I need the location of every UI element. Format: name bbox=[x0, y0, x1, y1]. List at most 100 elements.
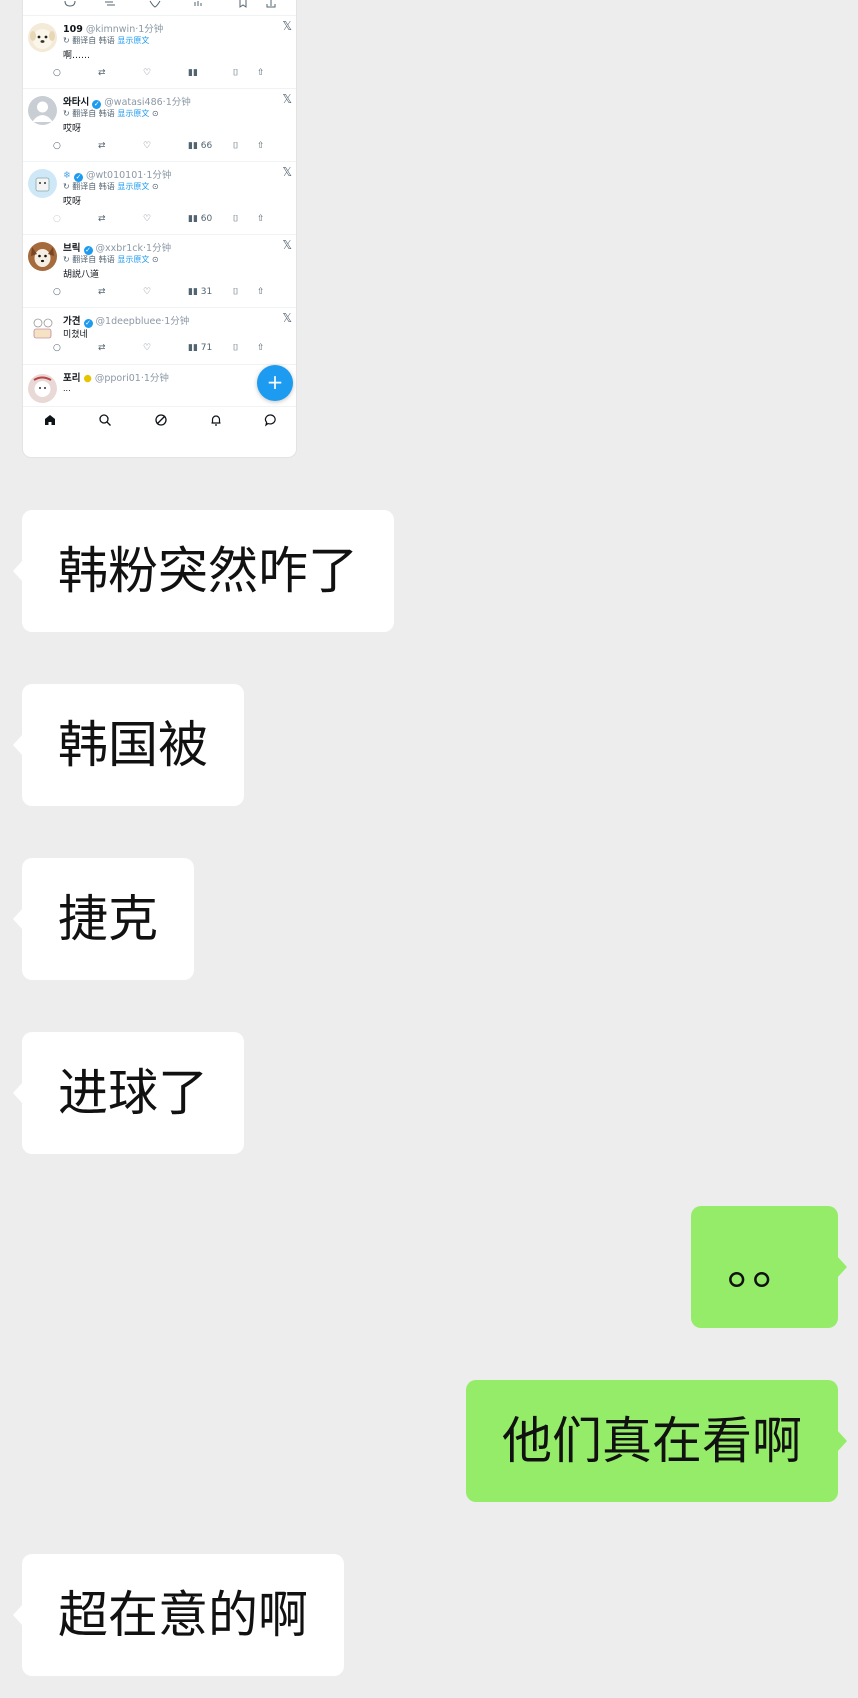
settings-icon[interactable]: ⊙ bbox=[152, 255, 159, 264]
x-logo-icon[interactable]: 𝕏 bbox=[282, 238, 292, 252]
bookmark-icon[interactable]: ⌷ bbox=[233, 287, 238, 297]
views-icon[interactable]: ▮▮ 60 bbox=[188, 214, 212, 224]
retweet-icon[interactable]: ⇄ bbox=[98, 343, 106, 353]
like-icon[interactable]: ♡ bbox=[143, 287, 151, 297]
translate-icon: ↻ bbox=[63, 182, 70, 191]
show-original-link[interactable]: 显示原文 bbox=[117, 36, 149, 45]
messages-icon[interactable] bbox=[261, 412, 281, 430]
tweet-actions: ○ ⇄ ♡ ▮▮ 60 ⌷ ⇧ bbox=[53, 214, 296, 228]
x-logo-icon[interactable]: 𝕏 bbox=[282, 311, 292, 325]
avatar[interactable] bbox=[28, 96, 57, 125]
avatar[interactable] bbox=[28, 374, 57, 403]
tweet-item[interactable]: 브릭 ✓ @xxbr1ck·1分钟 ↻ 翻译自 韩语 显示原文 ⊙ 胡説八道 𝕏… bbox=[23, 234, 296, 307]
translate-icon: ↻ bbox=[63, 255, 70, 264]
share-icon[interactable]: ⇧ bbox=[257, 68, 265, 78]
share-icon[interactable]: ⇧ bbox=[257, 141, 265, 151]
settings-icon[interactable]: ⊙ bbox=[152, 109, 159, 118]
reply-icon[interactable]: ○ bbox=[53, 343, 61, 353]
display-name[interactable]: 109 bbox=[63, 24, 83, 35]
settings-icon[interactable]: ⊙ bbox=[152, 182, 159, 191]
x-logo-icon[interactable]: 𝕏 bbox=[282, 92, 292, 106]
timestamp: 1分钟 bbox=[165, 97, 191, 108]
incoming-message[interactable]: 超在意的啊 bbox=[13, 1554, 344, 1676]
avatar[interactable] bbox=[28, 23, 57, 52]
tweet-header: 가견 ✓ @1deepbluee·1分钟 bbox=[63, 316, 190, 328]
grok-icon[interactable] bbox=[151, 412, 171, 430]
tweet-header: 109 @kimnwin·1分钟 bbox=[63, 24, 164, 35]
show-original-link[interactable]: 显示原文 bbox=[117, 255, 149, 264]
share-icon[interactable]: ⇧ bbox=[257, 287, 265, 297]
reply-icon[interactable]: ○ bbox=[53, 68, 61, 78]
tweet-actions: ○ ⇄ ♡ ▮▮ ⌷ ⇧ bbox=[53, 68, 296, 82]
compose-button[interactable]: + bbox=[257, 365, 293, 401]
tweet-text: 胡説八道 bbox=[63, 270, 100, 280]
handle[interactable]: @wt010101 bbox=[86, 170, 143, 181]
translation-note: ↻ 翻译自 韩语 显示原文 ⊙ bbox=[63, 108, 159, 119]
search-icon[interactable] bbox=[95, 412, 115, 430]
timestamp: 1分钟 bbox=[143, 373, 169, 384]
x-logo-icon[interactable]: 𝕏 bbox=[282, 165, 292, 179]
translated-from: 翻译自 韩语 bbox=[72, 255, 115, 264]
display-name[interactable]: 가견 bbox=[63, 316, 80, 327]
views-icon[interactable]: ▮▮ 31 bbox=[188, 287, 212, 297]
retweet-icon[interactable]: ⇄ bbox=[98, 68, 106, 78]
bookmark-icon[interactable]: ⌷ bbox=[233, 343, 238, 353]
home-icon[interactable] bbox=[40, 412, 60, 430]
tweet-text: 哎呀 bbox=[63, 197, 82, 207]
tweet-item[interactable]: ❄ ✓ @wt010101·1分钟 ↻ 翻译自 韩语 显示原文 ⊙ 哎呀 𝕏 ○… bbox=[23, 161, 296, 234]
bookmark-icon[interactable]: ⌷ bbox=[233, 68, 238, 78]
bottom-tab-bar bbox=[23, 406, 296, 435]
share-icon[interactable]: ⇧ bbox=[257, 343, 265, 353]
translate-icon: ↻ bbox=[63, 109, 70, 118]
retweet-icon[interactable]: ⇄ bbox=[98, 214, 106, 224]
handle[interactable]: @ppori01 bbox=[95, 373, 141, 384]
tweet-item[interactable]: 가견 ✓ @1deepbluee·1分钟 미쳤네 𝕏 ○ ⇄ ♡ ▮▮ 71 ⌷… bbox=[23, 307, 296, 364]
bookmark-icon[interactable]: ⌷ bbox=[233, 214, 238, 224]
views-icon[interactable]: ▮▮ 66 bbox=[188, 141, 212, 151]
bookmark-icon[interactable]: ⌷ bbox=[233, 141, 238, 151]
outgoing-message[interactable]: 。。 bbox=[691, 1206, 847, 1328]
tweet-actions: ○ ⇄ ♡ ▮▮ 66 ⌷ ⇧ bbox=[53, 141, 296, 155]
x-logo-icon[interactable]: 𝕏 bbox=[282, 19, 292, 33]
share-icon[interactable]: ⇧ bbox=[257, 214, 265, 224]
retweet-icon[interactable]: ⇄ bbox=[98, 287, 106, 297]
reply-icon[interactable]: ○ bbox=[53, 214, 61, 224]
display-name[interactable]: 와타시 bbox=[63, 97, 89, 108]
incoming-message[interactable]: 韩国被 bbox=[13, 684, 244, 806]
reply-icon[interactable]: ○ bbox=[53, 287, 61, 297]
shared-screenshot[interactable]: 109 @kimnwin·1分钟 ↻ 翻译自 韩语 显示原文 啊…… 𝕏 ○ ⇄… bbox=[22, 0, 297, 458]
show-original-link[interactable]: 显示原文 bbox=[117, 182, 149, 191]
handle[interactable]: @kimnwin bbox=[86, 24, 135, 35]
tweet-item[interactable]: 포리 ● @ppori01·1分钟 ... bbox=[23, 364, 296, 406]
notifications-bell-icon[interactable] bbox=[206, 412, 226, 430]
display-name[interactable]: 포리 bbox=[63, 373, 80, 384]
views-icon[interactable]: ▮▮ bbox=[188, 68, 198, 78]
tweet-header: ❄ ✓ @wt010101·1分钟 bbox=[63, 170, 172, 182]
avatar[interactable] bbox=[28, 242, 57, 271]
outgoing-message[interactable]: 他们真在看啊 bbox=[466, 1380, 847, 1502]
views-icon[interactable]: ▮▮ 71 bbox=[188, 343, 212, 353]
incoming-message[interactable]: 捷克 bbox=[13, 858, 194, 980]
tweet-text: ... bbox=[63, 384, 71, 393]
reply-icon[interactable]: ○ bbox=[53, 141, 61, 151]
incoming-message[interactable]: 进球了 bbox=[13, 1032, 244, 1154]
show-original-link[interactable]: 显示原文 bbox=[117, 109, 149, 118]
tweet-item[interactable]: 와타시 ✓ @watasi486·1分钟 ↻ 翻译自 韩语 显示原文 ⊙ 哎呀 … bbox=[23, 88, 296, 161]
tweet-item[interactable]: 109 @kimnwin·1分钟 ↻ 翻译自 韩语 显示原文 啊…… 𝕏 ○ ⇄… bbox=[23, 15, 296, 88]
handle[interactable]: @1deepbluee bbox=[96, 316, 162, 327]
incoming-message[interactable]: 韩粉突然咋了 bbox=[13, 510, 394, 632]
tweet-text: 哎呀 bbox=[63, 124, 82, 134]
translation-note: ↻ 翻译自 韩语 显示原文 ⊙ bbox=[63, 254, 159, 265]
display-name[interactable]: 브릭 bbox=[63, 243, 80, 254]
like-icon[interactable]: ♡ bbox=[143, 141, 151, 151]
avatar[interactable] bbox=[28, 169, 57, 198]
retweet-icon[interactable]: ⇄ bbox=[98, 141, 106, 151]
like-icon[interactable]: ♡ bbox=[143, 214, 151, 224]
handle[interactable]: @watasi486 bbox=[104, 97, 162, 108]
like-icon[interactable]: ♡ bbox=[143, 68, 151, 78]
handle[interactable]: @xxbr1ck bbox=[96, 243, 143, 254]
tweet-header: 브릭 ✓ @xxbr1ck·1分钟 bbox=[63, 243, 172, 255]
snowflake-icon: ❄ bbox=[63, 170, 71, 181]
avatar[interactable] bbox=[28, 315, 57, 344]
like-icon[interactable]: ♡ bbox=[143, 343, 151, 353]
